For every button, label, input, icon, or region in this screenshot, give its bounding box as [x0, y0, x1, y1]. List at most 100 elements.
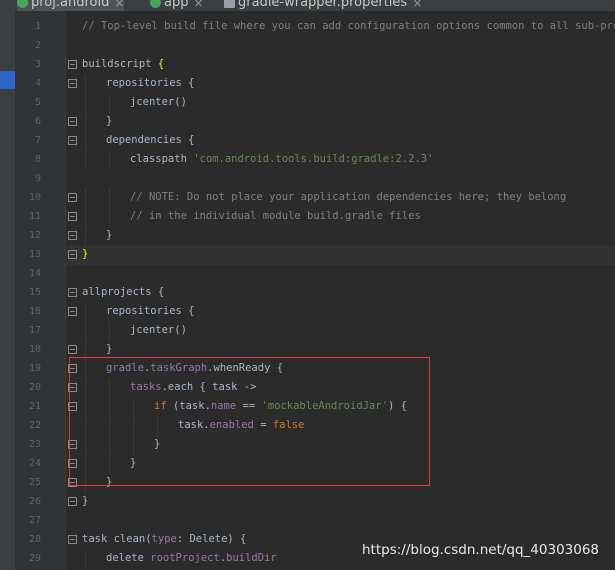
- code-token: buildDir: [226, 552, 277, 564]
- code-line[interactable]: 23}: [0, 436, 615, 455]
- fold-icon[interactable]: [68, 79, 77, 88]
- code-token: task.: [178, 419, 210, 431]
- code-token: task clean(: [82, 533, 152, 545]
- fold-icon[interactable]: [68, 212, 77, 221]
- fold-icon[interactable]: [68, 136, 77, 145]
- line-number: 17: [28, 325, 41, 336]
- tab-proj-android[interactable]: proj.android ×: [17, 0, 125, 11]
- fold-icon[interactable]: [68, 535, 77, 544]
- code-line[interactable]: 12}: [0, 227, 615, 246]
- close-icon[interactable]: ×: [114, 0, 124, 10]
- code-line[interactable]: 5 jcenter(): [0, 94, 615, 113]
- line-number: 3: [34, 59, 41, 70]
- indent-guide: [85, 151, 86, 170]
- fold-icon[interactable]: [68, 345, 77, 354]
- indent-guide: [109, 436, 110, 455]
- code-text: }: [106, 115, 112, 127]
- code-line[interactable]: 25}: [0, 474, 615, 493]
- fold-icon[interactable]: [68, 288, 77, 297]
- indent-guide: [85, 436, 86, 455]
- code-token: gradle: [106, 362, 144, 374]
- fold-icon[interactable]: [68, 193, 77, 202]
- code-token: ==: [236, 400, 262, 412]
- fold-icon[interactable]: [68, 497, 77, 506]
- code-line[interactable]: 24}: [0, 455, 615, 474]
- fold-icon[interactable]: [68, 60, 77, 69]
- code-line[interactable]: 9: [0, 170, 615, 189]
- close-icon[interactable]: ×: [193, 0, 203, 10]
- code-line[interactable]: 21 if (task.name == 'mockableAndroidJar')…: [0, 398, 615, 417]
- fold-icon[interactable]: [68, 307, 77, 316]
- tab-label: app: [164, 0, 189, 10]
- watermark: https://blog.csdn.net/qq_40303068: [362, 542, 600, 558]
- fold-icon[interactable]: [68, 250, 77, 259]
- close-icon[interactable]: ×: [412, 0, 422, 10]
- fold-icon[interactable]: [68, 459, 77, 468]
- code-token: jcenter(): [130, 96, 187, 108]
- line-number: 20: [28, 382, 41, 393]
- code-line[interactable]: 20 tasks.each { task ->: [0, 379, 615, 398]
- gradle-file-icon: [17, 0, 28, 8]
- code-line[interactable]: 1 // Top-level build file where you can a…: [0, 18, 615, 37]
- line-number: 7: [34, 135, 41, 146]
- code-line[interactable]: 13}: [0, 246, 615, 265]
- code-text: // Top-level build file where you can ad…: [82, 20, 615, 32]
- code-text: task.enabled = false: [178, 419, 304, 431]
- code-text: jcenter(): [130, 96, 187, 108]
- indent-guide: [109, 189, 110, 208]
- code-line[interactable]: 26}: [0, 493, 615, 512]
- code-line[interactable]: 17 jcenter(): [0, 322, 615, 341]
- code-line[interactable]: 15 allprojects {: [0, 284, 615, 303]
- code-token: allprojects {: [82, 286, 165, 298]
- code-token: enabled: [209, 419, 254, 431]
- line-number: 5: [34, 97, 41, 108]
- code-token: : Delete) {: [176, 533, 247, 545]
- indent-guide: [109, 322, 110, 341]
- code-token: delete: [106, 552, 151, 564]
- line-number: 13: [28, 249, 41, 260]
- indent-guide: [85, 132, 86, 151]
- indent-guide: [85, 417, 86, 436]
- fold-icon[interactable]: [68, 478, 77, 487]
- code-line[interactable]: 27: [0, 512, 615, 531]
- code-line[interactable]: 8 classpath 'com.android.tools.build:grad…: [0, 151, 615, 170]
- code-line[interactable]: 3 buildscript {: [0, 56, 615, 75]
- code-token: repositories {: [106, 77, 195, 89]
- code-token: }: [106, 115, 113, 127]
- fold-icon[interactable]: [68, 383, 77, 392]
- code-line[interactable]: 4 repositories {: [0, 75, 615, 94]
- code-line[interactable]: 11 // in the individual module build.grad…: [0, 208, 615, 227]
- code-line[interactable]: 7 dependencies {: [0, 132, 615, 151]
- code-token: (task.: [172, 400, 211, 412]
- indent-guide: [85, 208, 86, 227]
- code-line[interactable]: 10 // NOTE: Do not place your application…: [0, 189, 615, 208]
- fold-icon[interactable]: [68, 402, 77, 411]
- fold-icon[interactable]: [68, 231, 77, 240]
- line-number: 14: [28, 268, 41, 279]
- code-text: dependencies {: [106, 134, 195, 146]
- indent-guide: [85, 303, 86, 322]
- indent-guide: [85, 379, 86, 398]
- code-line[interactable]: 2: [0, 37, 615, 56]
- indent-guide: [85, 113, 86, 132]
- code-token: taskGraph: [150, 362, 208, 374]
- fold-icon[interactable]: [68, 117, 77, 126]
- tab-gradle-wrapper-properties[interactable]: gradle-wrapper.properties ×: [224, 0, 422, 11]
- fold-icon[interactable]: [68, 364, 77, 373]
- code-line[interactable]: 18}: [0, 341, 615, 360]
- code-token: }: [106, 476, 113, 488]
- line-number: 16: [28, 306, 41, 317]
- code-token: ) {: [387, 400, 407, 412]
- code-line[interactable]: 6}: [0, 113, 615, 132]
- code-token: {: [157, 58, 165, 70]
- indent-guide: [109, 379, 110, 398]
- code-line[interactable]: 22 task.enabled = false: [0, 417, 615, 436]
- code-line[interactable]: 14: [0, 265, 615, 284]
- code-text: classpath 'com.android.tools.build:gradl…: [130, 153, 433, 165]
- code-line[interactable]: 19 gradle.taskGraph.whenReady {: [0, 360, 615, 379]
- gradle-file-icon: [150, 0, 161, 8]
- code-text: }: [82, 248, 88, 260]
- fold-icon[interactable]: [68, 440, 77, 449]
- code-line[interactable]: 16 repositories {: [0, 303, 615, 322]
- tab-app[interactable]: app ×: [150, 0, 204, 11]
